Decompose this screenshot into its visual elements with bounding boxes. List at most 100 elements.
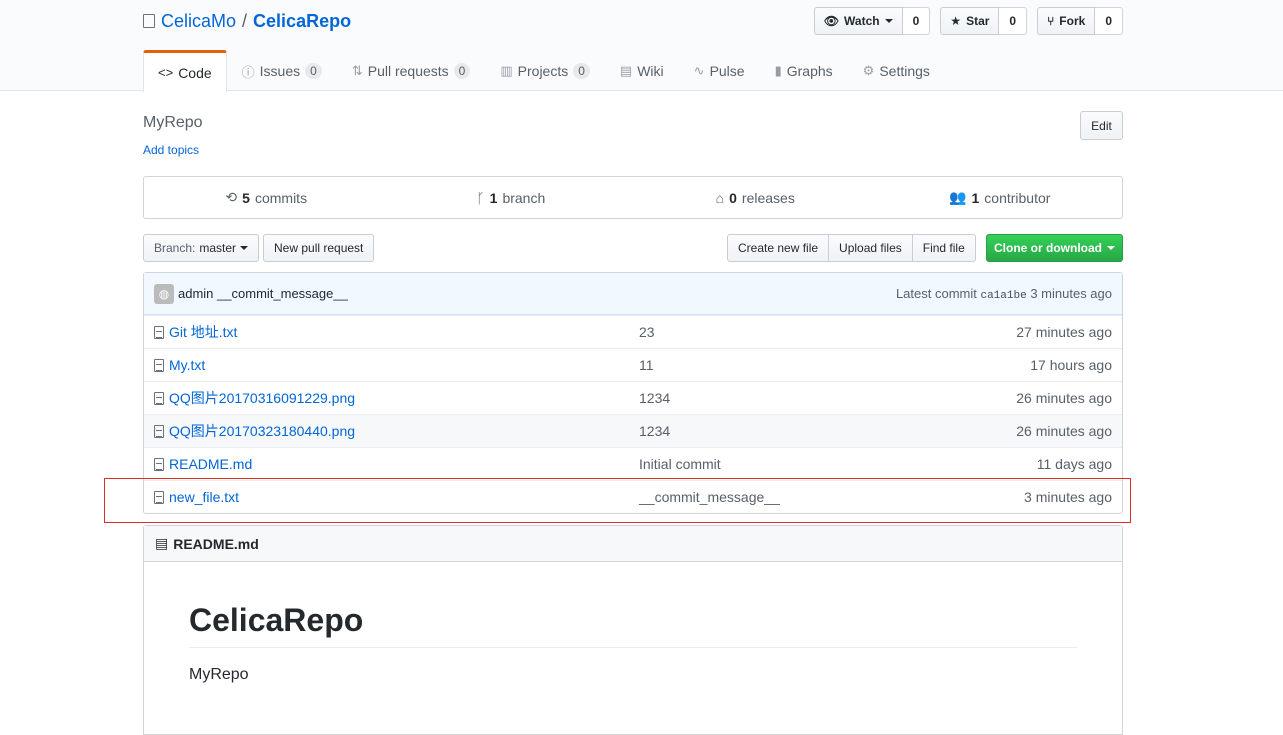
commits-label: commits	[254, 189, 308, 206]
project-icon: ▥	[500, 63, 513, 78]
tab-wiki[interactable]: ▤ Wiki	[605, 50, 679, 91]
tab-settings-label: Settings	[879, 63, 930, 79]
file-commit-message[interactable]: Initial commit	[639, 456, 1037, 472]
watch-button[interactable]: 👁 Watch	[813, 7, 903, 35]
commit-sha[interactable]: ca1a1be	[980, 290, 1026, 302]
branch-icon: ᚴ	[476, 189, 485, 206]
tab-pull-requests[interactable]: ⇅ Pull requests 0	[337, 50, 486, 91]
file-row: README.md Initial commit 11 days ago	[144, 447, 1122, 480]
file-commit-message[interactable]: 11	[639, 357, 1030, 373]
file-icon	[154, 490, 164, 504]
code-icon: <>	[158, 65, 174, 80]
tab-code[interactable]: <> Code	[143, 50, 227, 92]
file-commit-message[interactable]: 1234	[639, 390, 1016, 406]
commits-link[interactable]: ⟲ 5 commits	[144, 177, 389, 218]
branch-select-value: master	[199, 241, 237, 255]
star-button[interactable]: ★ Star	[940, 7, 1000, 35]
file-age: 3 minutes ago	[1024, 489, 1112, 505]
add-topics-link[interactable]: Add topics	[143, 143, 199, 157]
file-name[interactable]: new_file.txt	[169, 489, 239, 505]
file-icon	[154, 391, 164, 405]
tab-projects-label: Projects	[517, 63, 569, 79]
find-file-button[interactable]: Find file	[911, 234, 976, 262]
book-icon: ▤	[155, 535, 169, 551]
fork-button[interactable]: ⑂ Fork	[1037, 7, 1096, 35]
star-group: ★ Star 0	[940, 7, 1028, 35]
file-name[interactable]: README.md	[169, 456, 252, 472]
releases-count: 0	[729, 189, 737, 206]
tab-graphs-label: Graphs	[786, 63, 833, 79]
people-icon: 👥	[949, 189, 967, 205]
repo-owner-link[interactable]: CelicaMo	[161, 10, 236, 32]
avatar[interactable]: ◍	[154, 283, 174, 304]
contributors-link[interactable]: 👥 1 contributor	[878, 177, 1123, 218]
repo-actions: 👁 Watch 0 ★ Star 0 ⑂ Fork 0	[813, 7, 1123, 35]
edit-button[interactable]: Edit	[1080, 111, 1123, 140]
file-icon	[154, 424, 164, 438]
branches-label: branch	[502, 189, 546, 206]
file-row: Git 地址.txt 23 27 minutes ago	[144, 315, 1122, 348]
fork-icon: ⑂	[1047, 14, 1055, 28]
fork-label: Fork	[1059, 14, 1086, 28]
fork-count[interactable]: 0	[1095, 7, 1123, 35]
watch-group: 👁 Watch 0	[813, 7, 931, 35]
branch-select-label: Branch:	[154, 241, 196, 255]
repo-name-link[interactable]: CelicaRepo	[253, 10, 351, 32]
fork-group: ⑂ Fork 0	[1037, 7, 1123, 35]
file-commit-message[interactable]: 23	[639, 324, 1016, 340]
tab-issues[interactable]: ⓘ Issues 0	[227, 50, 337, 91]
file-commit-message[interactable]: __commit_message__	[639, 489, 1024, 505]
branch-select-button[interactable]: Branch: master	[143, 234, 260, 262]
contributors-label: contributor	[984, 189, 1051, 206]
eye-icon: 👁	[823, 14, 840, 28]
tab-issues-label: Issues	[259, 63, 301, 79]
tab-pulse[interactable]: ∿ Pulse	[679, 50, 760, 91]
clone-download-button[interactable]: Clone or download	[986, 234, 1123, 262]
file-name[interactable]: QQ图片20170323180440.png	[169, 421, 355, 441]
file-row: new_file.txt __commit_message__ 3 minute…	[144, 480, 1122, 513]
contributors-count: 1	[971, 189, 980, 206]
branches-count: 1	[489, 189, 498, 206]
tab-settings[interactable]: ⚙ Settings	[848, 50, 945, 91]
tab-graphs[interactable]: ▮ Graphs	[760, 50, 848, 91]
file-name[interactable]: QQ图片20170316091229.png	[169, 388, 355, 408]
file-row: My.txt 11 17 hours ago	[144, 348, 1122, 381]
star-icon: ★	[950, 14, 962, 28]
watch-label: Watch	[844, 14, 880, 28]
tag-icon: ⌂	[715, 189, 725, 206]
repo-description: MyRepo	[143, 114, 203, 131]
file-age: 26 minutes ago	[1016, 390, 1112, 406]
clone-download-label: Clone or download	[994, 241, 1102, 255]
tab-pull-requests-label: Pull requests	[367, 63, 449, 79]
readme-filename: README.md	[173, 535, 259, 552]
create-new-file-button[interactable]: Create new file	[727, 234, 830, 262]
tab-pull-requests-count: 0	[453, 63, 471, 79]
branches-link[interactable]: ᚴ 1 branch	[389, 177, 634, 218]
file-row: QQ图片20170323180440.png 1234 26 minutes a…	[144, 414, 1122, 447]
file-name[interactable]: Git 地址.txt	[169, 322, 237, 342]
upload-files-button[interactable]: Upload files	[828, 234, 913, 262]
commit-message[interactable]: __commit_message__	[217, 286, 348, 301]
commit-age: 3 minutes ago	[1030, 285, 1112, 301]
file-age: 27 minutes ago	[1016, 324, 1112, 340]
star-count[interactable]: 0	[999, 7, 1028, 35]
file-commit-message[interactable]: 1234	[639, 423, 1016, 439]
tab-wiki-label: Wiki	[637, 63, 664, 79]
commits-count: 5	[242, 189, 250, 206]
tab-projects[interactable]: ▥ Projects 0	[485, 50, 605, 91]
latest-commit-label: Latest commit	[895, 285, 977, 301]
commit-author[interactable]: admin	[178, 286, 213, 301]
numbers-summary: ⟲ 5 commits ᚴ 1 branch ⌂ 0 releases 👥 1 …	[143, 176, 1123, 219]
book-icon: ▤	[619, 63, 633, 78]
repo-title: CelicaMo / CelicaRepo	[143, 10, 351, 32]
new-pull-request-button[interactable]: New pull request	[263, 234, 375, 262]
tab-issues-count: 0	[305, 63, 322, 79]
readme-heading: CelicaRepo	[189, 602, 1077, 648]
repo-header: CelicaMo / CelicaRepo 👁 Watch 0 ★ Star 0…	[0, 0, 1283, 92]
releases-link[interactable]: ⌂ 0 releases	[633, 177, 878, 218]
commit-tease: ◍ admin __commit_message__ Latest commit…	[144, 273, 1122, 315]
chevron-down-icon	[884, 19, 893, 23]
watch-count[interactable]: 0	[902, 7, 931, 35]
file-name[interactable]: My.txt	[169, 357, 205, 373]
star-label: Star	[966, 14, 990, 28]
